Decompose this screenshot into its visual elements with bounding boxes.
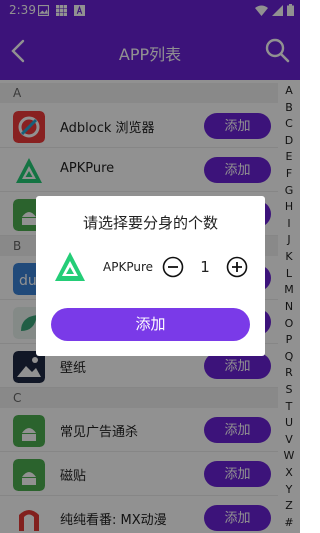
clone-count-dialog: 请选择要分身的个数 APKPure 1 添加 xyxy=(36,196,265,356)
minus-circle-icon[interactable] xyxy=(162,256,184,278)
dialog-title: 请选择要分身的个数 xyxy=(82,214,218,232)
apkpure-icon xyxy=(55,252,85,281)
clone-count-value: 1 xyxy=(200,258,210,276)
confirm-add-button[interactable]: 添加 xyxy=(51,308,250,341)
plus-circle-icon[interactable] xyxy=(226,256,248,278)
dialog-app-name: APKPure xyxy=(103,260,153,274)
